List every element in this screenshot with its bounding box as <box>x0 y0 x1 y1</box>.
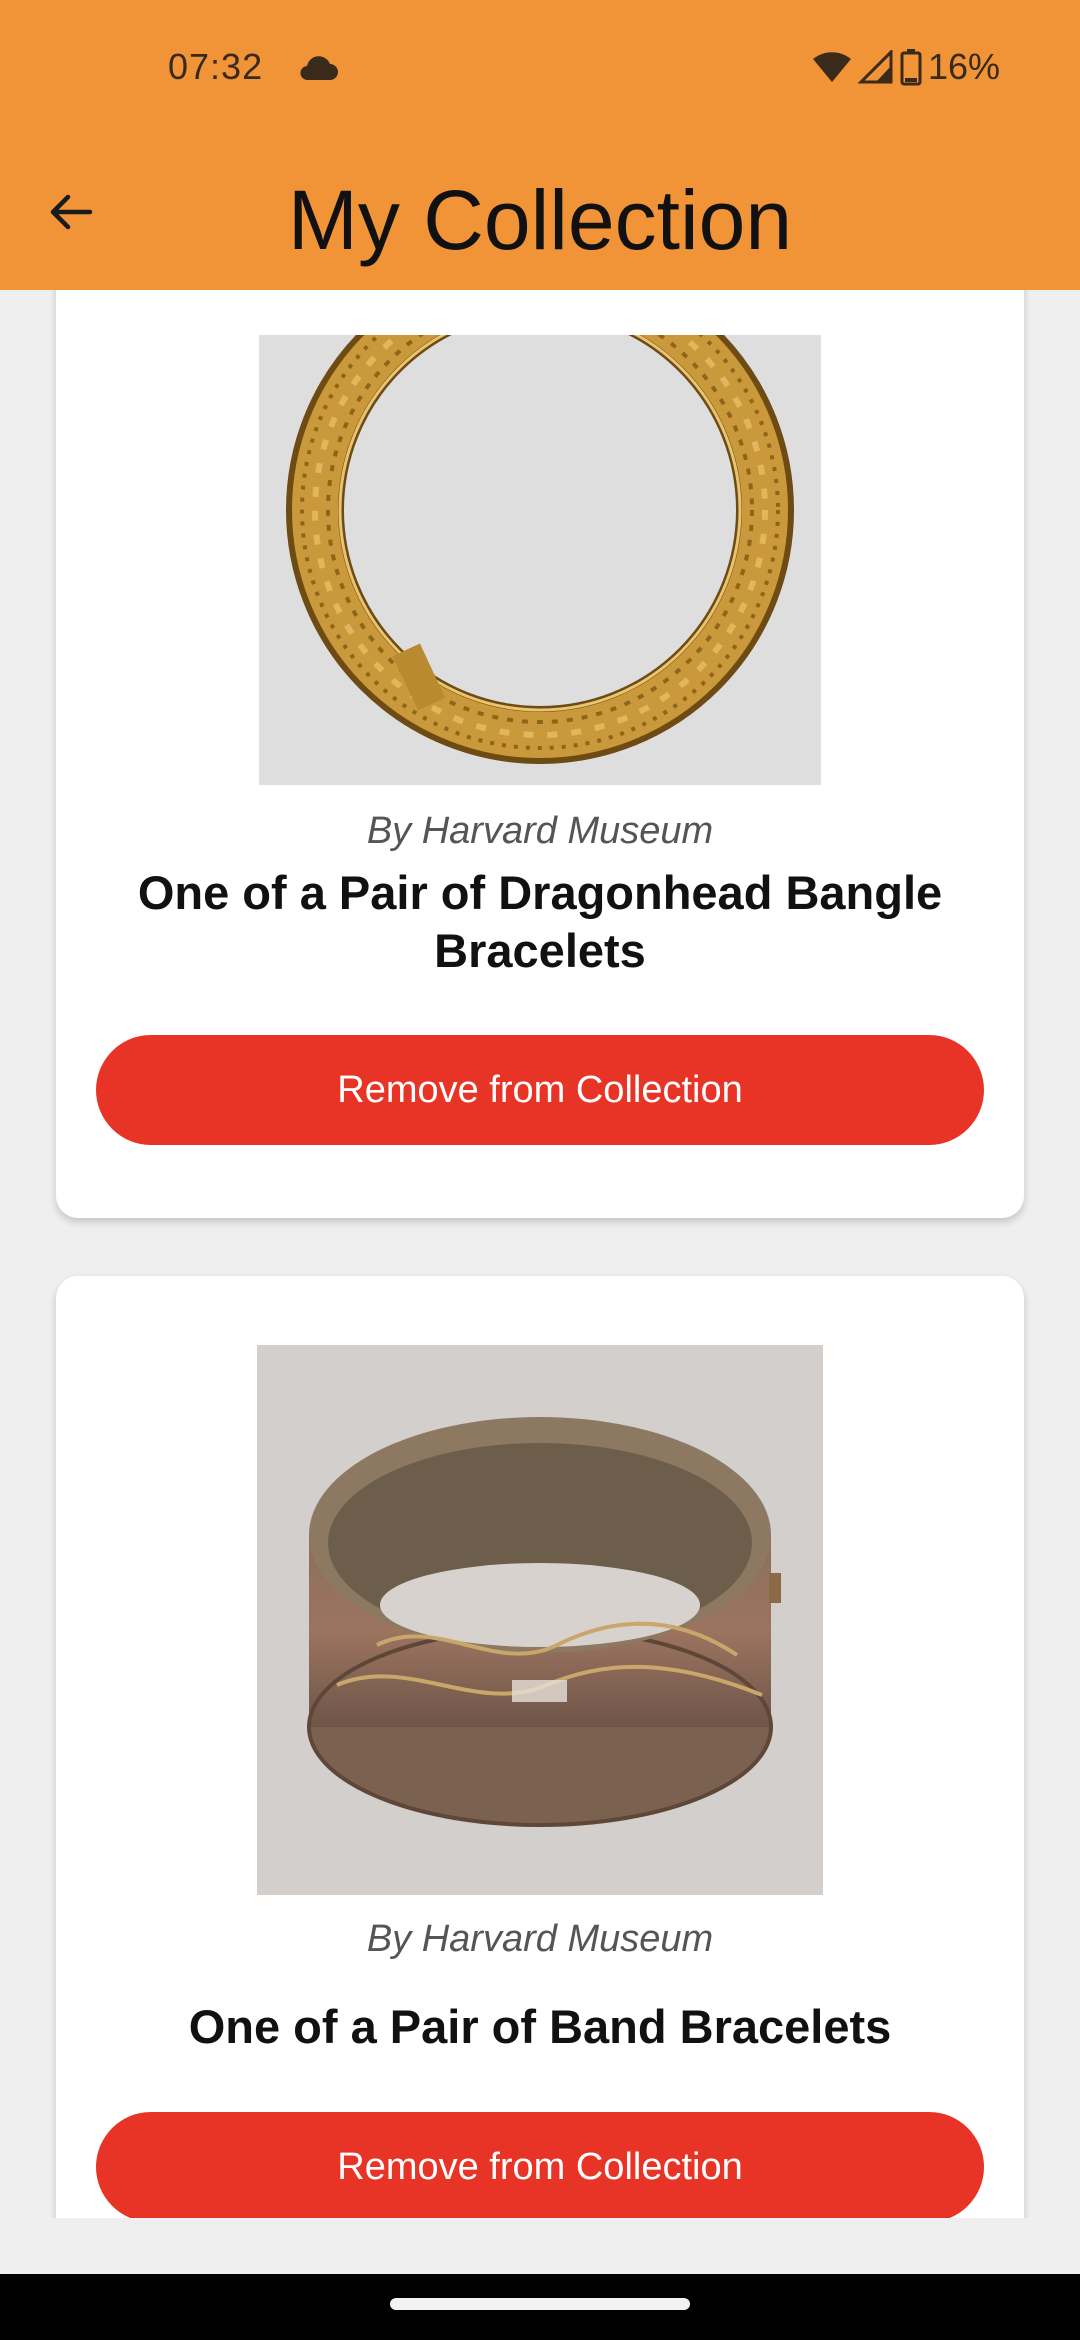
wifi-icon <box>812 50 852 84</box>
artwork-byline: By Harvard Museum <box>366 810 714 852</box>
collection-list[interactable]: By Harvard Museum One of a Pair of Drago… <box>0 290 1080 2218</box>
home-indicator[interactable] <box>390 2298 690 2310</box>
signal-icon <box>857 50 894 84</box>
battery-percent: 16% <box>927 46 1000 87</box>
artwork-image <box>257 1345 823 1895</box>
remove-from-collection-button[interactable]: Remove from Collection <box>96 2112 984 2218</box>
status-icons: 16% <box>812 46 1000 88</box>
app-bar: My Collection <box>0 140 1080 290</box>
status-bar: 07:32 16% <box>0 0 1080 140</box>
artwork-byline: By Harvard Museum <box>366 1918 714 1960</box>
collection-card: By Harvard Museum One of a Pair of Drago… <box>56 290 1024 1218</box>
artwork-title: One of a Pair of Band Bracelets <box>188 2000 892 2053</box>
artwork-image <box>259 335 821 785</box>
status-time: 07:32 <box>168 46 264 87</box>
collection-card: By Harvard Museum One of a Pair of Band … <box>56 1276 1024 2218</box>
cloud-icon <box>298 56 338 82</box>
battery-icon <box>900 48 922 86</box>
page-title: My Collection <box>287 173 793 267</box>
navigation-bar <box>0 2274 1080 2340</box>
artwork-title: One of a Pair of Dragonhead Bangle Brace… <box>137 866 943 977</box>
remove-from-collection-button[interactable]: Remove from Collection <box>96 1035 984 1145</box>
